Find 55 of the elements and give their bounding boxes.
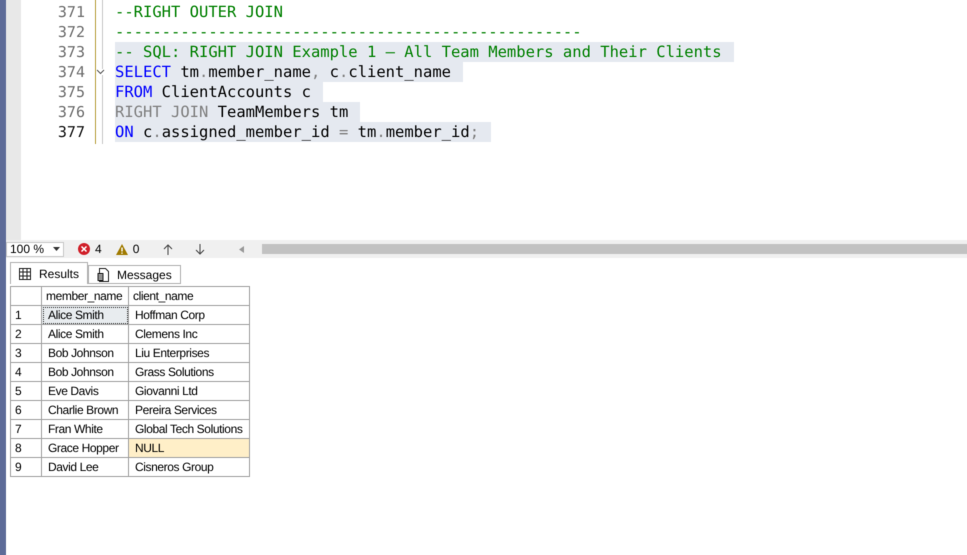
table-cell[interactable]: Eve Davis <box>42 382 128 400</box>
row-number[interactable]: 3 <box>10 344 42 362</box>
arrow-up-icon[interactable] <box>163 244 174 254</box>
row-number[interactable]: 8 <box>10 438 42 458</box>
warning-count[interactable]: 0 <box>116 242 140 256</box>
table-cell[interactable]: Bob Johnson <box>42 344 128 362</box>
result-tab[interactable]: Results <box>10 262 88 284</box>
table-cell[interactable]: NULL <box>128 438 250 458</box>
table-cell[interactable]: Alice Smith <box>42 324 128 344</box>
table-cell[interactable]: Pereira Services <box>128 400 250 420</box>
column-header[interactable]: member_name <box>42 286 128 306</box>
row-number[interactable]: 1 <box>10 306 42 324</box>
row-number[interactable]: 6 <box>10 400 42 420</box>
line-number: 377 <box>58 122 85 142</box>
line-number: 371 <box>58 2 85 22</box>
code-line: --RIGHT OUTER JOIN <box>115 2 284 22</box>
warning-number: 0 <box>132 242 140 256</box>
document-icon <box>97 268 110 282</box>
table-cell[interactable]: Grace Hopper <box>42 438 128 458</box>
table-cell[interactable]: Alice Smith <box>42 306 128 324</box>
caret-icon <box>53 247 60 251</box>
row-number[interactable]: 9 <box>10 458 42 476</box>
arrow-down-icon[interactable] <box>195 244 206 254</box>
error-number: 4 <box>95 242 102 256</box>
horizontal-scrollbar[interactable] <box>262 244 967 254</box>
table-cell[interactable]: Clemens Inc <box>128 324 250 344</box>
zoom-value: 100 % <box>10 242 44 256</box>
row-number[interactable]: 5 <box>10 382 42 400</box>
table-cell[interactable]: Hoffman Corp <box>128 306 250 324</box>
error-count[interactable]: 4 <box>78 242 102 256</box>
column-header[interactable]: client_name <box>128 286 250 306</box>
result-tab[interactable]: Messages <box>88 265 181 284</box>
warning-icon <box>116 244 128 254</box>
table-cell[interactable]: Bob Johnson <box>42 362 128 382</box>
line-number: 372 <box>58 22 85 42</box>
table-cell[interactable]: Global Tech Solutions <box>128 420 250 438</box>
row-number[interactable]: 4 <box>10 362 42 382</box>
table-cell[interactable]: Charlie Brown <box>42 400 128 420</box>
grid-icon <box>19 268 31 280</box>
line-number: 375 <box>58 82 85 102</box>
row-number[interactable]: 2 <box>10 324 42 344</box>
line-number: 373 <box>58 42 85 62</box>
table-cell[interactable]: Cisneros Group <box>128 458 250 476</box>
code-line: -------------------------------------------------- <box>115 22 583 42</box>
table-cell[interactable]: Fran White <box>42 420 128 438</box>
table-cell[interactable]: Liu Enterprises <box>128 344 250 362</box>
zoom-dropdown[interactable]: 100 % <box>6 242 64 256</box>
line-number: 376 <box>58 102 85 122</box>
corner-cell <box>10 286 42 306</box>
row-number[interactable]: 7 <box>10 420 42 438</box>
line-number: 374 <box>58 62 85 82</box>
table-cell[interactable]: David Lee <box>42 458 128 476</box>
error-icon <box>78 243 90 255</box>
table-cell[interactable]: Giovanni Ltd <box>128 382 250 400</box>
table-cell[interactable]: Grass Solutions <box>128 362 250 382</box>
